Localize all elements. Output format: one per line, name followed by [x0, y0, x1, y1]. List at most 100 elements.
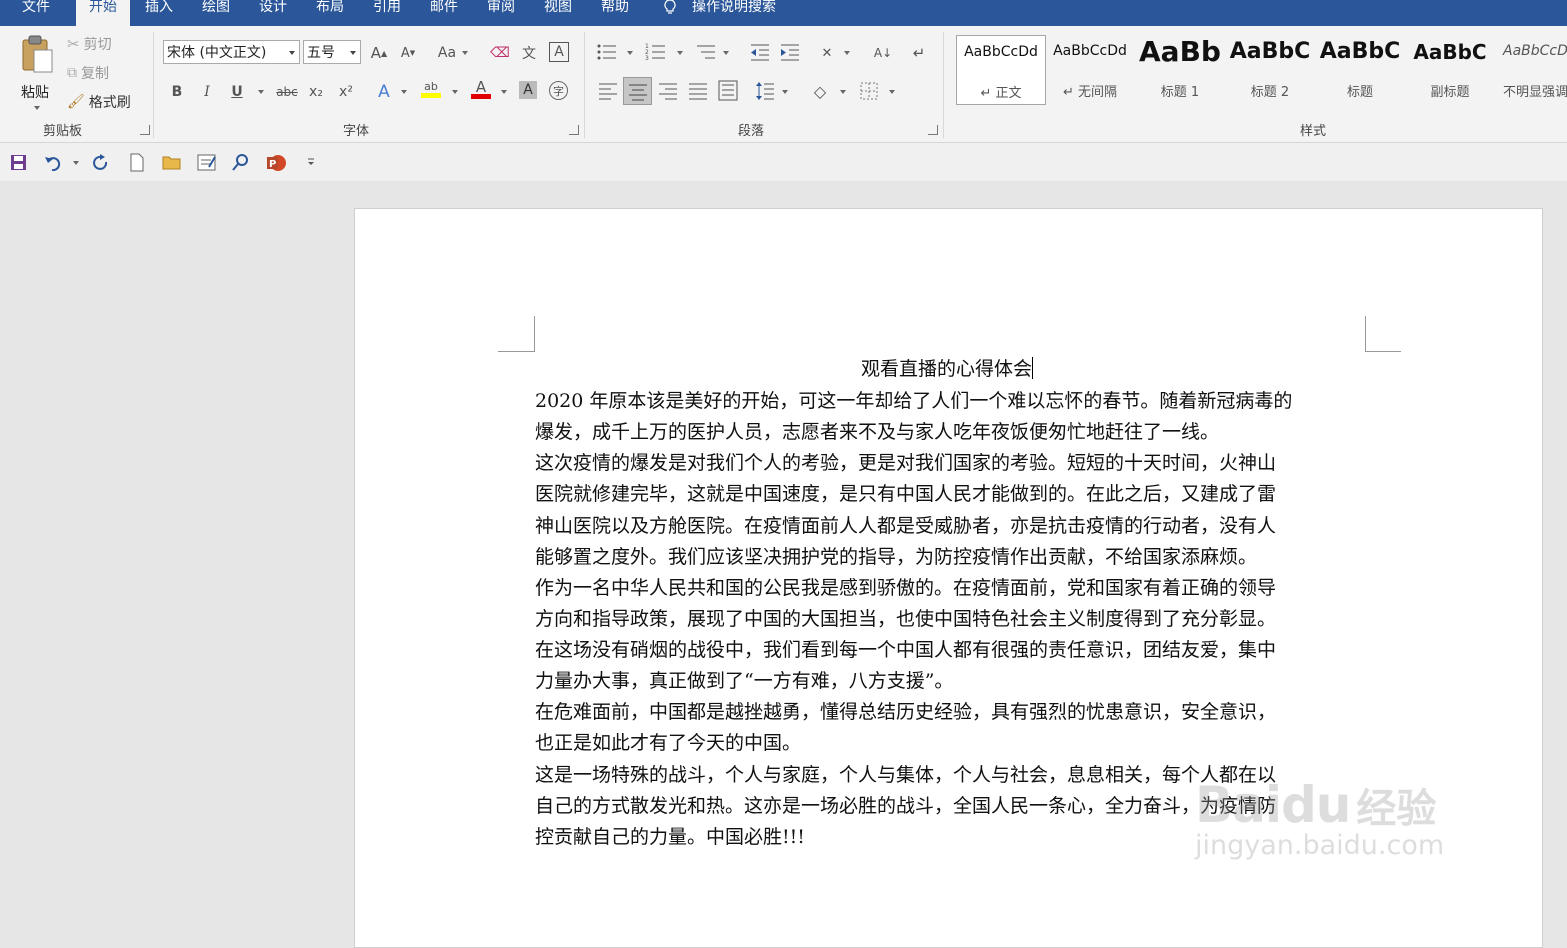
style-heading-2[interactable]: AaBbC 标题 2 — [1226, 35, 1314, 103]
line-spacing-icon[interactable] — [755, 81, 775, 101]
sort-icon[interactable]: A↓ — [872, 42, 894, 64]
tab-references[interactable]: 引用 — [373, 0, 411, 26]
style-subtle-emphasis[interactable]: AaBbCcD 不明显强调 — [1496, 35, 1567, 103]
tab-design[interactable]: 设计 — [259, 0, 297, 26]
paragraph-line[interactable]: 医院就修建完毕，这就是中国速度，是只有中国人民才能做到的。在此之后，又建成了雷 — [535, 479, 1276, 506]
font-color-icon[interactable]: A — [470, 78, 492, 100]
paragraph-launcher-icon[interactable] — [928, 125, 938, 135]
paste-dropdown-icon[interactable] — [34, 106, 40, 110]
borders-dropdown-icon[interactable] — [889, 90, 895, 94]
style-heading-1[interactable]: AaBb 标题 1 — [1136, 35, 1224, 103]
font-name-combo[interactable]: 宋体 (中文正文) — [163, 40, 300, 64]
superscript-button[interactable]: x² — [335, 81, 357, 103]
shading-icon[interactable]: ◇ — [809, 80, 831, 102]
highlight-color-icon[interactable]: ab — [420, 78, 442, 100]
print-preview-icon[interactable] — [197, 153, 217, 171]
tab-mailings[interactable]: 邮件 — [430, 0, 468, 26]
paragraph-line[interactable]: 2020 年原本该是美好的开始，可这一年却给了人们一个难以忘怀的春节。随着新冠病… — [535, 386, 1292, 413]
paragraph-line[interactable]: 力量办大事，真正做到了“一方有难，八方支援”。 — [535, 666, 953, 693]
shading-dropdown-icon[interactable] — [840, 90, 846, 94]
paragraph-line[interactable]: 控贡献自己的力量。中国必胜!!! — [535, 822, 805, 849]
shrink-font-icon[interactable]: A ▼ — [397, 42, 419, 64]
paragraph-line[interactable]: 爆发，成千上万的医护人员，志愿者来不及与家人吃年夜饭便匆忙地赶往了一线。 — [535, 417, 1219, 444]
paragraph-line[interactable]: 能够置之度外。我们应该坚决拥护党的指导，为防控疫情作出贡献，不给国家添麻烦。 — [535, 542, 1257, 569]
underline-button[interactable]: U — [226, 81, 248, 103]
asian-layout-icon[interactable]: ✕ — [816, 42, 838, 64]
multilevel-list-icon[interactable] — [695, 42, 717, 62]
font-color-dropdown-icon[interactable] — [501, 90, 507, 94]
underline-dropdown-icon[interactable] — [258, 90, 264, 94]
align-center-button[interactable] — [623, 77, 652, 105]
style-no-spacing[interactable]: AaBbCcDd ↵ 无间隔 — [1046, 35, 1134, 103]
font-size-combo[interactable]: 五号 — [303, 40, 361, 64]
highlight-dropdown-icon[interactable] — [452, 90, 458, 94]
change-case-icon[interactable]: Aa — [432, 42, 462, 64]
undo-dropdown-icon[interactable] — [73, 161, 79, 165]
style-subtitle[interactable]: AaBbC 副标题 — [1406, 35, 1494, 103]
text-effects-icon[interactable]: A — [373, 81, 395, 103]
tab-view[interactable]: 视图 — [544, 0, 582, 26]
subscript-button[interactable]: x₂ — [305, 81, 327, 103]
grow-font-icon[interactable]: A ▲ — [368, 42, 390, 64]
save-icon[interactable] — [10, 154, 27, 171]
paste-button[interactable]: 粘贴 — [14, 32, 60, 112]
text-effects-dropdown-icon[interactable] — [401, 90, 407, 94]
open-folder-icon[interactable] — [162, 154, 182, 170]
align-right-icon[interactable] — [658, 82, 678, 100]
paragraph-line[interactable]: 这次疫情的爆发是对我们个人的考验，更是对我们国家的考验。短短的十天时间，火神山 — [535, 448, 1276, 475]
numbering-icon[interactable]: 123 — [645, 42, 667, 62]
tab-layout[interactable]: 布局 — [316, 0, 354, 26]
change-case-dropdown-icon[interactable] — [462, 51, 468, 55]
clear-formatting-icon[interactable]: ⌫ — [489, 42, 511, 64]
numbering-dropdown-icon[interactable] — [677, 51, 683, 55]
tab-home[interactable]: 开始 — [76, 0, 130, 26]
tab-file[interactable]: 文件 — [22, 0, 60, 26]
decrease-indent-icon[interactable] — [749, 42, 771, 62]
distributed-icon[interactable] — [718, 80, 738, 101]
line-spacing-dropdown-icon[interactable] — [782, 90, 788, 94]
find-icon[interactable] — [232, 153, 250, 171]
copy-button[interactable]: ⧉ 复制 — [67, 63, 109, 83]
font-launcher-icon[interactable] — [569, 125, 579, 135]
increase-indent-icon[interactable] — [779, 42, 801, 62]
bullets-dropdown-icon[interactable] — [627, 51, 633, 55]
bold-button[interactable]: B — [166, 81, 188, 103]
paragraph-line[interactable]: 也正是如此才有了今天的中国。 — [535, 728, 801, 755]
paragraph-line[interactable]: 作为一名中华人民共和国的公民我是感到骄傲的。在疫情面前，党和国家有着正确的领导 — [535, 573, 1276, 600]
document-page[interactable]: 观看直播的心得体会 2020 年原本该是美好的开始，可这一年却给了人们一个难以忘… — [354, 208, 1543, 948]
borders-icon[interactable] — [860, 82, 878, 100]
character-border-icon[interactable]: A — [549, 42, 569, 62]
tab-review[interactable]: 审阅 — [487, 0, 525, 26]
paragraph-line[interactable]: 这是一场特殊的战斗，个人与家庭，个人与集体，个人与社会，息息相关，每个人都在以 — [535, 760, 1276, 787]
italic-button[interactable]: I — [196, 81, 218, 103]
character-shading-icon[interactable]: A — [519, 81, 537, 99]
powerpoint-icon[interactable]: P — [266, 153, 288, 173]
redo-icon[interactable] — [92, 154, 110, 172]
multilevel-dropdown-icon[interactable] — [723, 51, 729, 55]
document-title[interactable]: 观看直播的心得体会 — [535, 354, 1359, 381]
strikethrough-button[interactable]: abc — [274, 81, 300, 103]
tell-me-search[interactable]: 操作说明搜索 — [662, 0, 802, 26]
style-title[interactable]: AaBbC 标题 — [1316, 35, 1404, 103]
tab-insert[interactable]: 插入 — [145, 0, 183, 26]
paragraph-line[interactable]: 方向和指导政策，展现了中国的大国担当，也使中国特色社会主义制度得到了充分彰显。 — [535, 604, 1276, 631]
new-document-icon[interactable] — [129, 153, 145, 172]
paragraph-line[interactable]: 自己的方式散发光和热。这亦是一场必胜的战斗，全国人民一条心，全力奋斗，为疫情防 — [535, 791, 1276, 818]
format-painter-button[interactable]: 🖌 格式刷 — [67, 92, 131, 112]
paragraph-line[interactable]: 在这场没有硝烟的战役中，我们看到每一个中国人都有很强的责任意识，团结友爱，集中 — [535, 635, 1276, 662]
clipboard-launcher-icon[interactable] — [140, 125, 150, 135]
cut-button[interactable]: ✂ 剪切 — [67, 34, 112, 54]
style-normal[interactable]: AaBbCcDd ↵ 正文 — [956, 35, 1046, 105]
bullets-icon[interactable] — [596, 42, 618, 62]
show-formatting-icon[interactable]: ↵ — [908, 42, 930, 64]
paragraph-line[interactable]: 在危难面前，中国都是越挫越勇，懂得总结历史经验，具有强烈的忧患意识，安全意识， — [535, 697, 1276, 724]
enclose-characters-icon[interactable]: 字 — [549, 81, 568, 100]
asian-layout-dropdown-icon[interactable] — [844, 51, 850, 55]
align-left-icon[interactable] — [598, 82, 618, 100]
tab-help[interactable]: 帮助 — [601, 0, 639, 26]
undo-icon[interactable] — [44, 154, 64, 171]
paragraph-line[interactable]: 神山医院以及方舱医院。在疫情面前人人都是受威胁者，亦是抗击疫情的行动者，没有人 — [535, 511, 1276, 538]
justify-icon[interactable] — [688, 82, 708, 100]
customize-toolbar-icon[interactable] — [307, 158, 315, 166]
tab-draw[interactable]: 绘图 — [202, 0, 240, 26]
